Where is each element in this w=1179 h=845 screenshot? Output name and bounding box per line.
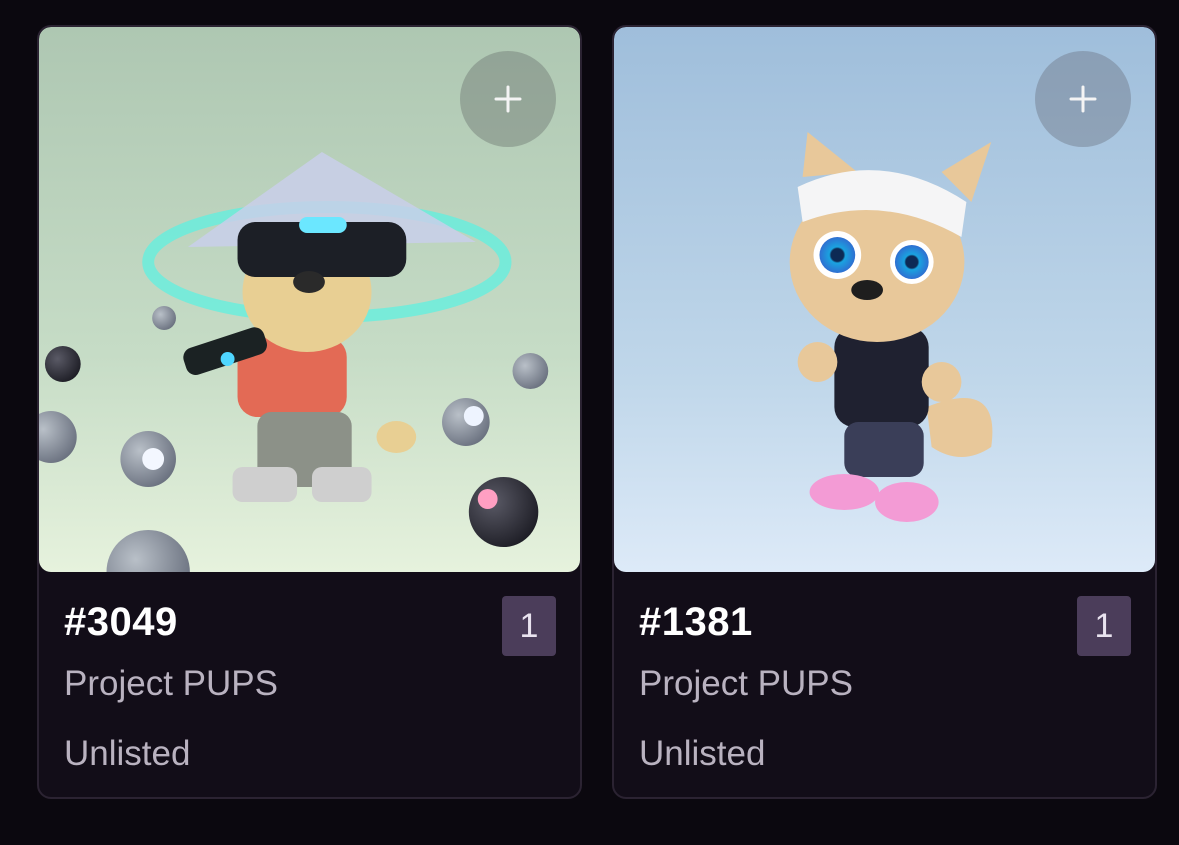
collection-name[interactable]: Project PUPS — [64, 664, 278, 704]
listing-status: Unlisted — [64, 734, 191, 773]
card-info: #3049 1 Project PUPS Unlisted — [39, 572, 580, 797]
nft-card[interactable]: #1381 1 Project PUPS Unlisted — [612, 25, 1157, 799]
quantity-badge: 1 — [1077, 596, 1131, 656]
token-id: #1381 — [639, 600, 753, 644]
nft-image[interactable] — [39, 27, 580, 572]
add-button[interactable] — [1035, 51, 1131, 147]
card-info: #1381 1 Project PUPS Unlisted — [614, 572, 1155, 797]
nft-card[interactable]: #3049 1 Project PUPS Unlisted — [37, 25, 582, 799]
add-button[interactable] — [460, 51, 556, 147]
token-id: #3049 — [64, 600, 178, 644]
nft-image[interactable] — [614, 27, 1155, 572]
plus-icon — [494, 85, 522, 113]
listing-status: Unlisted — [639, 734, 766, 773]
collection-name[interactable]: Project PUPS — [639, 664, 853, 704]
nft-grid: #3049 1 Project PUPS Unlisted #1381 1 Pr… — [0, 0, 1179, 845]
quantity-badge: 1 — [502, 596, 556, 656]
plus-icon — [1069, 85, 1097, 113]
